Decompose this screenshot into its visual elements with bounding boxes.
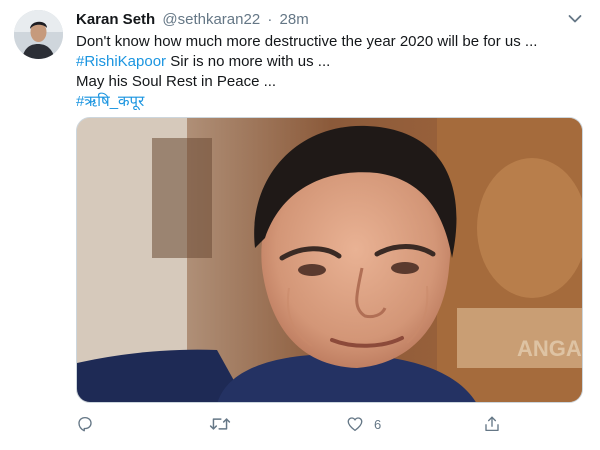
- reply-icon: [78, 416, 92, 432]
- avatar[interactable]: [14, 10, 63, 59]
- hashtag-link[interactable]: #ऋषि_कपूर: [76, 93, 144, 110]
- chevron-down-icon: [568, 15, 582, 23]
- photo-watermark: ANGAN: [517, 336, 583, 361]
- tweet-media-photo[interactable]: ANGAN: [76, 117, 583, 403]
- tweet-text-line: #RishiKapoor Sir is no more with us ...: [76, 52, 581, 72]
- reply-button[interactable]: [76, 412, 94, 436]
- tweet-menu-button[interactable]: [565, 11, 585, 27]
- tweet-card[interactable]: Karan Seth @sethkaran22 · 28m Don't know…: [0, 0, 600, 450]
- portrait-photo: ANGAN: [77, 118, 583, 402]
- retweet-button[interactable]: [209, 412, 231, 436]
- author-handle[interactable]: @sethkaran22: [162, 11, 260, 28]
- retweet-icon: [209, 418, 231, 430]
- hashtag-link[interactable]: #RishiKapoor: [76, 53, 166, 70]
- tweet-actions: 6: [76, 412, 516, 436]
- author-name[interactable]: Karan Seth: [76, 11, 155, 28]
- avatar-image: [14, 10, 63, 59]
- tweet-text-line: Don't know how much more destructive the…: [76, 33, 538, 50]
- tweet-text-fragment: Sir is no more with us ...: [166, 53, 331, 70]
- share-button[interactable]: [483, 412, 501, 436]
- tweet-text: Don't know how much more destructive the…: [76, 32, 581, 112]
- like-button[interactable]: 6: [346, 412, 381, 436]
- like-count: 6: [374, 416, 382, 432]
- tweet-text-line: #ऋषि_कपूर: [76, 92, 581, 112]
- tweet-timestamp[interactable]: 28m: [280, 11, 309, 28]
- tweet-header: Karan Seth @sethkaran22 · 28m: [76, 9, 576, 31]
- tweet-text-line: May his Soul Rest in Peace ...: [76, 73, 277, 90]
- share-icon: [485, 416, 499, 432]
- heart-icon: [347, 417, 363, 432]
- header-separator: ·: [267, 11, 273, 28]
